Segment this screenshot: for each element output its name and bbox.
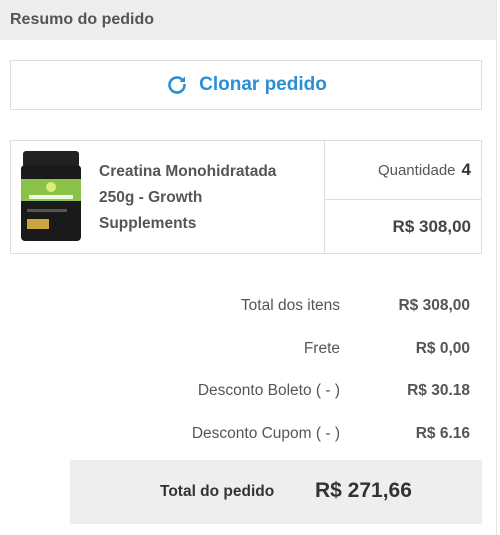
summary-row-shipping: Frete R$ 0,00 <box>303 340 470 357</box>
refresh-icon <box>165 73 189 97</box>
clone-order-label: Clonar pedido <box>199 74 327 95</box>
product-name[interactable]: Creatina Monohidratada 250g - Growth Sup… <box>91 141 324 253</box>
order-summary-panel: Resumo do pedido Clonar pedido Creatina … <box>0 0 497 535</box>
order-total-value: R$ 271,66 <box>315 479 412 502</box>
panel-header: Resumo do pedido <box>0 0 496 40</box>
product-quantity: Quantidade 4 <box>325 141 481 200</box>
panel-title: Resumo do pedido <box>10 11 154 28</box>
product-image[interactable] <box>11 141 91 253</box>
product-price: R$ 308,00 <box>392 216 471 236</box>
summary-row-boleto-discount: Desconto Boleto ( - ) R$ 30.18 <box>197 382 470 399</box>
clone-order-button[interactable]: Clonar pedido <box>10 60 482 110</box>
summary-row-coupon-discount: Desconto Cupom ( - ) R$ 6.16 <box>191 425 470 442</box>
order-total-box: Total do pedido R$ 271,66 <box>70 460 482 524</box>
order-total-label: Total do pedido <box>160 483 275 500</box>
summary-row-items-total: Total dos itens R$ 308,00 <box>240 297 470 314</box>
creatine-tub-image <box>21 151 81 241</box>
product-card: Creatina Monohidratada 250g - Growth Sup… <box>10 140 482 254</box>
